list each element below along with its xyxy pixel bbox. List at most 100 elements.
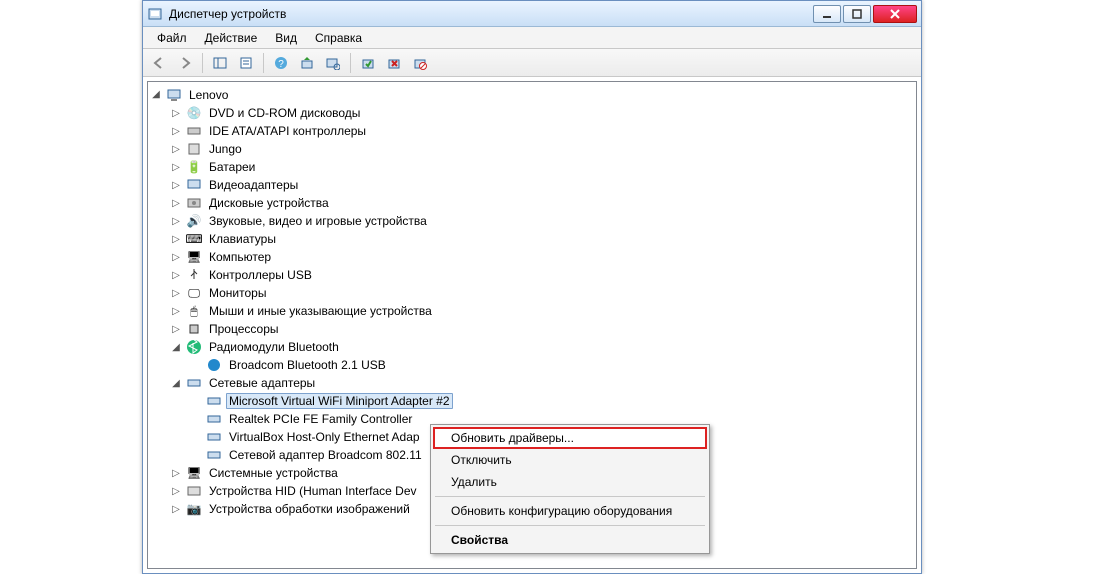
network-adapter-icon [206,411,222,427]
tree-label: Устройства HID (Human Interface Dev [206,484,420,498]
uninstall-button[interactable] [382,51,406,75]
collapse-icon[interactable]: ◢ [170,377,182,389]
properties-button[interactable] [234,51,258,75]
tree-label: Клавиатуры [206,232,279,246]
tree-category-bluetooth[interactable]: ◢ Радиомодули Bluetooth [150,338,914,356]
menu-view[interactable]: Вид [267,29,305,47]
network-icon [186,375,202,391]
expand-icon[interactable]: ▷ [170,197,182,209]
toolbar-separator [263,53,264,73]
system-icon: 🖥 [186,465,202,481]
cpu-icon [186,321,202,337]
tree-label: VirtualBox Host-Only Ethernet Adap [226,430,423,444]
computer-icon [166,87,182,103]
monitor-icon: 🖵 [186,285,202,301]
context-menu-separator [435,525,705,526]
minimize-button[interactable] [813,5,841,23]
battery-icon: 🔋 [186,159,202,175]
tree-label: IDE ATA/ATAPI контроллеры [206,124,369,138]
tree-category-jungo[interactable]: ▷ Jungo [150,140,914,158]
tree-category-keyboard[interactable]: ▷ ⌨ Клавиатуры [150,230,914,248]
network-adapter-icon [206,393,222,409]
tree-category-disk[interactable]: ▷Дисковые устройства [150,194,914,212]
context-menu-scan-hardware[interactable]: Обновить конфигурацию оборудования [433,500,707,522]
show-hide-tree-button[interactable] [208,51,232,75]
expand-icon[interactable]: ▷ [170,287,182,299]
network-adapter-icon [206,447,222,463]
expand-icon[interactable]: ▷ [170,269,182,281]
expand-icon[interactable]: ▷ [170,125,182,137]
expand-icon[interactable]: ▷ [170,161,182,173]
context-menu-disable[interactable]: Отключить [433,449,707,471]
tree-label: Радиомодули Bluetooth [206,340,342,354]
forward-button[interactable] [173,51,197,75]
network-adapter-icon [206,429,222,445]
update-driver-button[interactable] [295,51,319,75]
tree-item-net-msvwifi[interactable]: Microsoft Virtual WiFi Miniport Adapter … [150,392,914,410]
tree-label: Видеоадаптеры [206,178,301,192]
expand-icon[interactable]: ▷ [170,485,182,497]
keyboard-icon: ⌨ [186,231,202,247]
tree-root[interactable]: ◢ Lenovo [150,86,914,104]
tree-label: Broadcom Bluetooth 2.1 USB [226,358,389,372]
tree-label: Lenovo [186,86,231,104]
expand-icon[interactable]: ▷ [170,323,182,335]
expand-icon[interactable]: ▷ [170,251,182,263]
expand-icon[interactable]: ▷ [170,233,182,245]
expand-icon[interactable]: ▷ [170,305,182,317]
context-menu-label: Обновить конфигурацию оборудования [451,504,672,518]
menu-help[interactable]: Справка [307,29,370,47]
context-menu: Обновить драйверы... Отключить Удалить О… [430,424,710,554]
tree-category-computer[interactable]: ▷🖥Компьютер [150,248,914,266]
menu-action[interactable]: Действие [197,29,266,47]
enable-button[interactable] [356,51,380,75]
close-button[interactable] [873,5,917,23]
back-button[interactable] [147,51,171,75]
window-controls [813,5,917,23]
tree-category-cpu[interactable]: ▷Процессоры [150,320,914,338]
expand-icon[interactable]: ▷ [170,503,182,515]
tree-label: Батареи [206,160,258,174]
expand-icon[interactable]: ▷ [170,467,182,479]
context-menu-label: Обновить драйверы... [451,431,574,445]
maximize-button[interactable] [843,5,871,23]
imaging-icon: 📷 [186,501,202,517]
tree-category-usb[interactable]: ▷Контроллеры USB [150,266,914,284]
disable-button[interactable] [408,51,432,75]
tree-item-bt-broadcom[interactable]: Broadcom Bluetooth 2.1 USB [150,356,914,374]
svg-text:?: ? [278,59,284,70]
tree-category-video[interactable]: ▷ Видеоадаптеры [150,176,914,194]
disk-icon [186,195,202,211]
collapse-icon[interactable]: ◢ [150,89,162,101]
tree-category-monitor[interactable]: ▷🖵Мониторы [150,284,914,302]
tree-category-dvd[interactable]: ▷💿DVD и CD-ROM дисководы [150,104,914,122]
expand-icon[interactable]: ▷ [170,143,182,155]
help-button[interactable]: ? [269,51,293,75]
context-menu-update-drivers[interactable]: Обновить драйверы... [433,427,707,449]
context-menu-delete[interactable]: Удалить [433,471,707,493]
tree-label: DVD и CD-ROM дисководы [206,106,363,120]
titlebar[interactable]: Диспетчер устройств [143,1,921,27]
tree-category-network[interactable]: ◢Сетевые адаптеры [150,374,914,392]
expand-icon[interactable]: ▷ [170,107,182,119]
mouse-icon: 🖱 [186,303,202,319]
context-menu-properties[interactable]: Свойства [433,529,707,551]
tree-category-ide[interactable]: ▷ IDE ATA/ATAPI контроллеры [150,122,914,140]
tree-category-mouse[interactable]: ▷🖱Мыши и иные указывающие устройства [150,302,914,320]
expand-icon[interactable]: ▷ [170,179,182,191]
context-menu-label: Отключить [451,453,512,467]
tree-label: Realtek PCIe FE Family Controller [226,412,415,426]
menu-file[interactable]: Файл [149,29,195,47]
sound-icon: 🔊 [186,213,202,229]
collapse-icon[interactable]: ◢ [170,341,182,353]
bluetooth-icon [186,339,202,355]
ide-icon [186,123,202,139]
expand-icon[interactable]: ▷ [170,215,182,227]
tree-label: Jungo [206,142,245,156]
context-menu-label: Удалить [451,475,497,489]
tree-label: Звуковые, видео и игровые устройства [206,214,430,228]
tree-category-battery[interactable]: ▷ 🔋 Батареи [150,158,914,176]
scan-hardware-button[interactable] [321,51,345,75]
tree-category-soundgame[interactable]: ▷ 🔊 Звуковые, видео и игровые устройства [150,212,914,230]
app-icon [147,6,163,22]
